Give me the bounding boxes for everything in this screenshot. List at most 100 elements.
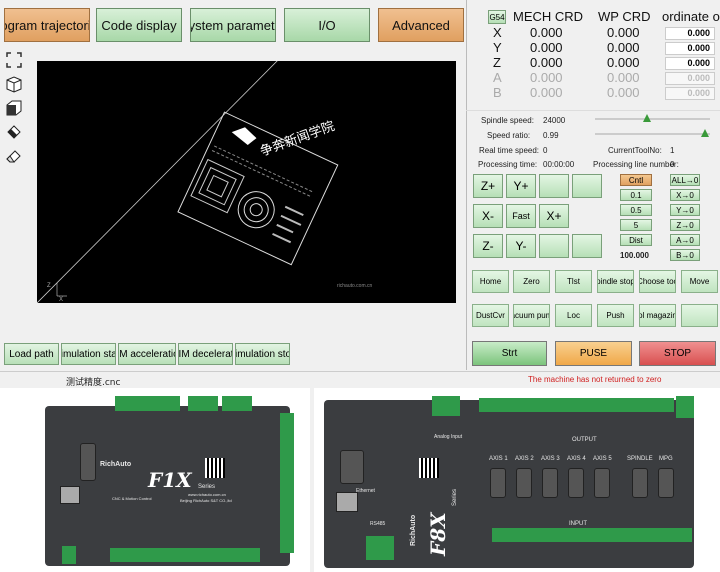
load-path-button[interactable]: Load path: [4, 343, 59, 365]
pause-button[interactable]: PUSE: [555, 341, 632, 366]
f1x-series: Series: [198, 484, 216, 490]
speed-ratio-slider[interactable]: [595, 129, 710, 139]
axis-b-wp: 0.000: [607, 85, 640, 100]
vacuum-pump-button[interactable]: acuum pum: [513, 304, 550, 327]
axis-b-offset[interactable]: 0.000: [665, 87, 715, 100]
move-button[interactable]: Move: [681, 270, 718, 293]
tool-magazine-button[interactable]: ol magazin: [639, 304, 676, 327]
simulation-stop-button[interactable]: Simulation stop: [235, 343, 290, 365]
dust-cover-button[interactable]: DustCvr: [472, 304, 509, 327]
f8x-axis-1: AXIS 1: [489, 456, 508, 462]
axis-a-mech: 0.000: [530, 70, 563, 85]
f8x-mpg: MPG: [659, 456, 673, 462]
speed-ratio-value: 0.99: [543, 131, 559, 140]
axis-z-label: Z: [493, 55, 501, 70]
f8x-axis-2: AXIS 2: [515, 456, 534, 462]
push-button[interactable]: Push: [597, 304, 634, 327]
speed-ratio-label: Speed ratio:: [487, 131, 531, 140]
f8x-spindle: SPINDLE: [627, 456, 653, 462]
jog-y-minus-button[interactable]: Y-: [506, 234, 536, 258]
zero-z-button[interactable]: Z→0: [670, 219, 700, 231]
axis-z-offset[interactable]: 0.000: [665, 57, 715, 70]
step-cntl-button[interactable]: Cntl: [620, 174, 652, 186]
current-tool-label: CurrentToolNo:: [608, 146, 662, 155]
f8x-output-label: OUTPUT: [572, 437, 597, 443]
f1x-brand: RichAuto: [100, 461, 132, 468]
jog-x-minus-button[interactable]: X-: [473, 204, 503, 228]
processing-line-label: Processing line number:: [593, 160, 679, 169]
spindle-stop-button[interactable]: pindle stop: [597, 270, 634, 293]
zero-b-button[interactable]: B→0: [670, 249, 700, 261]
f1x-model: F1X: [148, 468, 192, 492]
axis-z-mech: 0.000: [530, 55, 563, 70]
spindle-speed-label: Spindle speed:: [481, 116, 534, 125]
axis-x-mech: 0.000: [530, 25, 563, 40]
tab-code-display[interactable]: Code display: [96, 8, 182, 42]
wp-crd-header: WP CRD: [598, 9, 651, 24]
svg-text:X: X: [59, 297, 63, 303]
step-0-5-button[interactable]: 0.5: [620, 204, 652, 216]
f8x-ethernet-label: Ethernet: [356, 488, 375, 494]
filename-label: 测试精度.cnc: [66, 378, 121, 388]
axis-x-label: X: [493, 25, 502, 40]
sim-acceleration-button[interactable]: SIM acceleration: [118, 343, 176, 365]
zero-y-button[interactable]: Y→0: [670, 204, 700, 216]
zero-x-button[interactable]: X→0: [670, 189, 700, 201]
tab-advanced[interactable]: Advanced: [378, 8, 464, 42]
step-dist-button[interactable]: Dist: [620, 234, 652, 246]
choose-tool-button[interactable]: Choose too: [639, 270, 676, 293]
viewport-watermark: richauto.com.cn: [337, 283, 373, 289]
fit-view-icon[interactable]: [4, 50, 24, 70]
axis-a-offset[interactable]: 0.000: [665, 72, 715, 85]
axis-z-wp: 0.000: [607, 55, 640, 70]
start-button[interactable]: Strt: [472, 341, 547, 366]
simulation-start-button[interactable]: Simulation start: [61, 343, 116, 365]
realtime-speed-label: Real time speed:: [479, 146, 540, 155]
tool-set-button[interactable]: Tlst: [555, 270, 592, 293]
jog-blank-button-2[interactable]: [572, 174, 602, 198]
axis-y-label: Y: [493, 40, 502, 55]
jog-blank-button-3[interactable]: [539, 234, 569, 258]
tab-program-trajectory[interactable]: rogram trajectorie: [4, 8, 90, 42]
axis-y-offset[interactable]: 0.000: [665, 42, 715, 55]
spindle-speed-value: 24000: [543, 116, 566, 125]
loc-button[interactable]: Loc: [555, 304, 592, 327]
jog-fast-button[interactable]: Fast: [506, 204, 536, 228]
jog-blank-button-1[interactable]: [539, 174, 569, 198]
zero-a-button[interactable]: A→0: [670, 234, 700, 246]
panel-divider: [466, 0, 467, 370]
jog-z-plus-button[interactable]: Z+: [473, 174, 503, 198]
axis-x-offset[interactable]: 0.000: [665, 27, 715, 40]
home-button[interactable]: Home: [472, 270, 509, 293]
tab-system-parameter[interactable]: System parameter: [190, 8, 276, 42]
paint-icon[interactable]: [4, 122, 24, 142]
f8x-axis-4: AXIS 4: [567, 456, 586, 462]
iso-view-icon[interactable]: [4, 74, 24, 94]
f1x-subtitle: CNC & Motion Control: [112, 496, 152, 501]
jog-z-minus-button[interactable]: Z-: [473, 234, 503, 258]
simulation-viewport[interactable]: 争奔新闻学院 richauto.com.cn Z X: [37, 61, 456, 303]
coord-system-badge[interactable]: G54: [488, 10, 506, 24]
zero-all-button[interactable]: ALL→0: [670, 174, 700, 186]
spindle-speed-slider[interactable]: [595, 114, 710, 124]
stop-button[interactable]: STOP: [639, 341, 716, 366]
sim-decelerate-button[interactable]: SIM decelerate: [178, 343, 233, 365]
current-tool-value: 1: [670, 146, 675, 155]
jog-x-plus-button[interactable]: X+: [539, 204, 569, 228]
zero-button[interactable]: Zero: [513, 270, 550, 293]
artwork-text: 争奔新闻学院: [258, 118, 337, 160]
axis-b-mech: 0.000: [530, 85, 563, 100]
blank-function-button[interactable]: [681, 304, 718, 327]
step-0-1-button[interactable]: 0.1: [620, 189, 652, 201]
cube-view-icon[interactable]: [4, 98, 24, 118]
axis-a-wp: 0.000: [607, 70, 640, 85]
jog-y-plus-button[interactable]: Y+: [506, 174, 536, 198]
step-5-button[interactable]: 5: [620, 219, 652, 231]
axis-x-wp: 0.000: [607, 25, 640, 40]
f8x-rs485-label: RS485: [370, 521, 386, 527]
f8x-axis-5: AXIS 5: [593, 456, 612, 462]
eraser-icon[interactable]: [4, 146, 24, 166]
jog-blank-button-4[interactable]: [572, 234, 602, 258]
tab-io[interactable]: I/O: [284, 8, 370, 42]
axis-y-wp: 0.000: [607, 40, 640, 55]
